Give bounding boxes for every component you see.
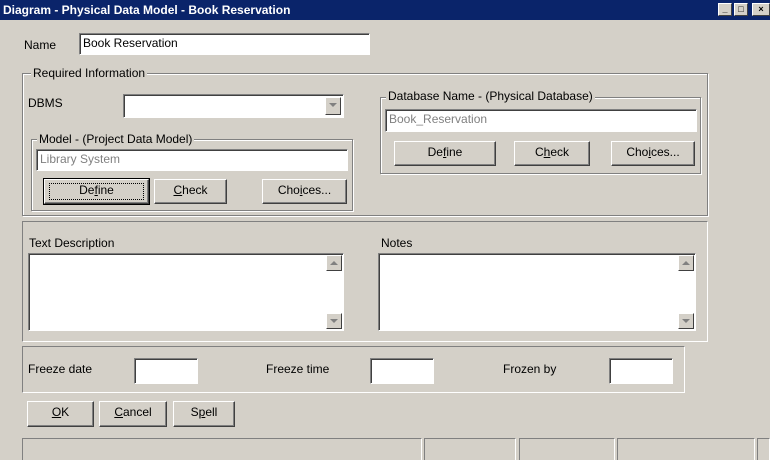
spell-button[interactable]: Spell (173, 401, 235, 427)
dbms-select[interactable] (123, 94, 344, 118)
freeze-date-input[interactable] (134, 358, 198, 384)
model-check-button[interactable]: Check (154, 179, 227, 204)
scroll-down-icon[interactable] (678, 313, 694, 329)
freeze-time-input[interactable] (370, 358, 434, 384)
status-cell (519, 438, 615, 460)
scroll-down-icon[interactable] (326, 313, 342, 329)
frozen-by-label: Frozen by (503, 362, 557, 376)
maximize-icon[interactable]: □ (734, 3, 748, 16)
database-legend: Database Name - (Physical Database) (386, 89, 595, 103)
database-input[interactable]: Book_Reservation (385, 109, 697, 132)
notes-label: Notes (381, 236, 413, 250)
status-cell (757, 438, 770, 460)
model-input[interactable]: Library System (36, 149, 348, 171)
database-check-button[interactable]: Check (514, 141, 590, 166)
freeze-date-label: Freeze date (28, 362, 93, 376)
window-title: Diagram - Physical Data Model - Book Res… (3, 3, 291, 17)
dbms-label: DBMS (28, 96, 63, 110)
freeze-time-label: Freeze time (266, 362, 330, 376)
chevron-down-icon (329, 103, 337, 107)
status-cell (424, 438, 516, 460)
focus-ring (49, 183, 144, 200)
required-info-legend: Required Information (31, 66, 148, 80)
name-label: Name (24, 38, 57, 52)
database-value: Book_Reservation (389, 112, 488, 126)
model-choices-button[interactable]: Choices... (262, 179, 347, 204)
status-cell (617, 438, 755, 460)
database-choices-button[interactable]: Choices... (611, 141, 695, 166)
cancel-button[interactable]: Cancel (99, 401, 167, 427)
dbms-value (124, 95, 127, 97)
text-description-textarea[interactable] (28, 253, 344, 331)
frozen-by-input[interactable] (609, 358, 673, 384)
notes-textarea[interactable] (378, 253, 696, 331)
text-description-label: Text Description (29, 236, 115, 250)
model-define-button[interactable]: Define (43, 178, 150, 205)
title-bar[interactable]: Diagram - Physical Data Model - Book Res… (0, 0, 770, 20)
scroll-up-icon[interactable] (326, 255, 342, 271)
name-input[interactable]: Book Reservation (79, 33, 370, 55)
freeze-panel (22, 346, 685, 393)
close-icon[interactable]: × (752, 3, 770, 16)
model-legend: Model - (Project Data Model) (37, 132, 195, 146)
database-define-button[interactable]: Define (394, 141, 496, 166)
status-cell (22, 438, 422, 460)
scroll-up-icon[interactable] (678, 255, 694, 271)
name-value: Book Reservation (83, 36, 178, 50)
model-value: Library System (40, 152, 121, 166)
ok-button[interactable]: OK (27, 401, 94, 427)
minimize-icon[interactable]: _ (718, 3, 732, 16)
dbms-dropdown-button[interactable] (325, 97, 341, 115)
